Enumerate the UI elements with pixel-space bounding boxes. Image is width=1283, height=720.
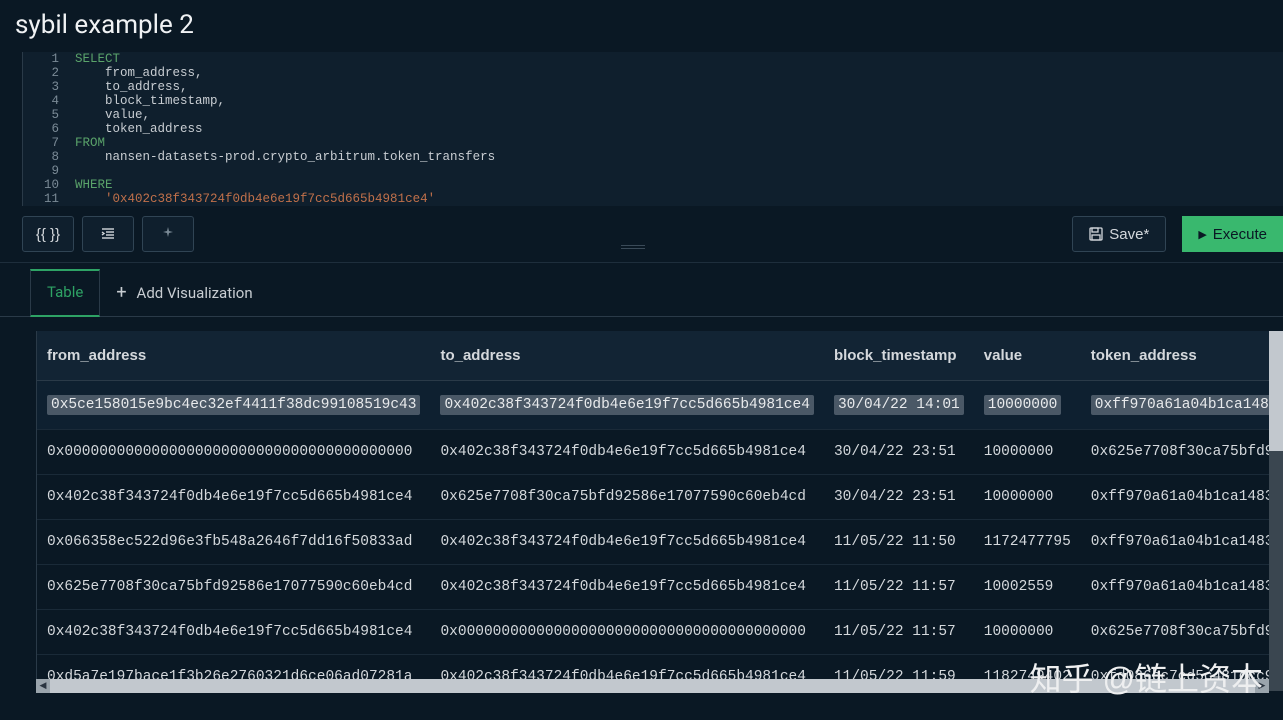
cell-to_address[interactable]: 0x402c38f343724f0db4e6e19f7cc5d665b4981c…: [430, 565, 823, 610]
cell-to_address[interactable]: 0x00000000000000000000000000000000000000…: [430, 610, 823, 655]
cell-token_address[interactable]: 0xff970a61a04b1ca14834a43f5de4: [1081, 475, 1283, 520]
cell-token_address[interactable]: 0x625e7708f30ca75bfd92586e1707: [1081, 430, 1283, 475]
cell-from_address[interactable]: 0x402c38f343724f0db4e6e19f7cc5d665b4981c…: [37, 475, 430, 520]
save-label: Save*: [1109, 226, 1149, 243]
line-number: 3: [23, 80, 69, 94]
params-button[interactable]: {{ }}: [22, 216, 74, 252]
add-visualization-button[interactable]: + Add Visualization: [100, 270, 268, 315]
cell-block_timestamp[interactable]: 30/04/22 14:01: [824, 381, 974, 430]
cell-from_address[interactable]: 0x402c38f343724f0db4e6e19f7cc5d665b4981c…: [37, 610, 430, 655]
cell-value[interactable]: 10000000: [974, 430, 1081, 475]
line-number: 9: [23, 164, 69, 178]
cell-value[interactable]: 10000000: [974, 381, 1081, 430]
code-line[interactable]: block_timestamp,: [69, 94, 225, 108]
cell-to_address[interactable]: 0x402c38f343724f0db4e6e19f7cc5d665b4981c…: [430, 430, 823, 475]
format-button[interactable]: [82, 216, 134, 252]
table-row[interactable]: 0x00000000000000000000000000000000000000…: [37, 430, 1283, 475]
code-line[interactable]: SELECT: [69, 52, 120, 66]
line-number: 10: [23, 178, 69, 192]
results-table: from_addressto_addressblock_timestampval…: [37, 331, 1283, 691]
code-line[interactable]: WHERE: [69, 178, 113, 192]
line-number: 4: [23, 94, 69, 108]
results: from_addressto_addressblock_timestampval…: [36, 331, 1283, 701]
magic-button[interactable]: [142, 216, 194, 252]
code-line[interactable]: from_address,: [69, 66, 203, 80]
cell-to_address[interactable]: 0x625e7708f30ca75bfd92586e17077590c60eb4…: [430, 475, 823, 520]
tabs: Table + Add Visualization: [0, 269, 1283, 317]
line-number: 6: [23, 122, 69, 136]
cell-block_timestamp[interactable]: 11/05/22 11:50: [824, 520, 974, 565]
cell-block_timestamp[interactable]: 30/04/22 23:51: [824, 430, 974, 475]
drag-handle[interactable]: [621, 245, 645, 249]
code-line[interactable]: FROM: [69, 136, 105, 150]
line-number: 7: [23, 136, 69, 150]
table-row[interactable]: 0x402c38f343724f0db4e6e19f7cc5d665b4981c…: [37, 610, 1283, 655]
cell-block_timestamp[interactable]: 30/04/22 23:51: [824, 475, 974, 520]
line-number: 2: [23, 66, 69, 80]
save-icon: [1089, 227, 1103, 241]
cell-block_timestamp[interactable]: 11/05/22 11:57: [824, 610, 974, 655]
code-line[interactable]: to_address,: [69, 80, 188, 94]
sparkle-icon: [161, 227, 175, 241]
cell-value[interactable]: 10002559: [974, 565, 1081, 610]
column-header[interactable]: token_address: [1081, 331, 1283, 381]
column-header[interactable]: value: [974, 331, 1081, 381]
line-number: 5: [23, 108, 69, 122]
sql-editor[interactable]: 1SELECT2 from_address,3 to_address,4 blo…: [22, 52, 1283, 206]
cell-value[interactable]: 10000000: [974, 610, 1081, 655]
execute-button[interactable]: ▶ Execute: [1182, 216, 1283, 252]
code-line[interactable]: nansen-datasets-prod.crypto_arbitrum.tok…: [69, 150, 495, 164]
cell-token_address[interactable]: 0xff970a61a04b1ca14834a43f5de4: [1081, 565, 1283, 610]
horizontal-scrollbar[interactable]: ◀ ▶: [36, 679, 1269, 693]
cell-to_address[interactable]: 0x402c38f343724f0db4e6e19f7cc5d665b4981c…: [430, 520, 823, 565]
code-line[interactable]: token_address: [69, 122, 203, 136]
cell-from_address[interactable]: 0x625e7708f30ca75bfd92586e17077590c60eb4…: [37, 565, 430, 610]
cell-value[interactable]: 1172477795: [974, 520, 1081, 565]
code-line[interactable]: '0x402c38f343724f0db4e6e19f7cc5d665b4981…: [69, 192, 435, 206]
cell-token_address[interactable]: 0xff970a61a04b1ca14834a43f5de4: [1081, 381, 1283, 430]
cell-token_address[interactable]: 0xff970a61a04b1ca14834a43f5de4: [1081, 520, 1283, 565]
table-row[interactable]: 0x5ce158015e9bc4ec32ef4411f38dc99108519c…: [37, 381, 1283, 430]
toolbar: {{ }} Save* ▶ Execute: [0, 206, 1283, 263]
page-title: sybil example 2: [0, 0, 1283, 52]
indent-icon: [100, 227, 116, 241]
cell-from_address[interactable]: 0x00000000000000000000000000000000000000…: [37, 430, 430, 475]
cell-value[interactable]: 10000000: [974, 475, 1081, 520]
table-row[interactable]: 0x066358ec522d96e3fb548a2646f7dd16f50833…: [37, 520, 1283, 565]
code-line[interactable]: value,: [69, 108, 150, 122]
cell-to_address[interactable]: 0x402c38f343724f0db4e6e19f7cc5d665b4981c…: [430, 381, 823, 430]
save-button[interactable]: Save*: [1072, 216, 1166, 252]
scroll-left-icon[interactable]: ◀: [36, 679, 50, 693]
cell-token_address[interactable]: 0x625e7708f30ca75bfd92586e1707: [1081, 610, 1283, 655]
column-header[interactable]: block_timestamp: [824, 331, 974, 381]
column-header[interactable]: from_address: [37, 331, 430, 381]
play-icon: ▶: [1198, 228, 1206, 241]
scroll-right-icon[interactable]: ▶: [1255, 679, 1269, 693]
cell-from_address[interactable]: 0x066358ec522d96e3fb548a2646f7dd16f50833…: [37, 520, 430, 565]
table-row[interactable]: 0x625e7708f30ca75bfd92586e17077590c60eb4…: [37, 565, 1283, 610]
cell-block_timestamp[interactable]: 11/05/22 11:57: [824, 565, 974, 610]
add-viz-label: Add Visualization: [137, 284, 253, 302]
vertical-scrollbar[interactable]: [1269, 331, 1283, 691]
cell-from_address[interactable]: 0x5ce158015e9bc4ec32ef4411f38dc99108519c…: [37, 381, 430, 430]
table-row[interactable]: 0x402c38f343724f0db4e6e19f7cc5d665b4981c…: [37, 475, 1283, 520]
line-number: 8: [23, 150, 69, 164]
execute-label: Execute: [1213, 226, 1267, 243]
line-number: 1: [23, 52, 69, 66]
tab-table[interactable]: Table: [30, 269, 100, 317]
line-number: 11: [23, 192, 69, 206]
column-header[interactable]: to_address: [430, 331, 823, 381]
plus-icon: +: [116, 282, 126, 303]
